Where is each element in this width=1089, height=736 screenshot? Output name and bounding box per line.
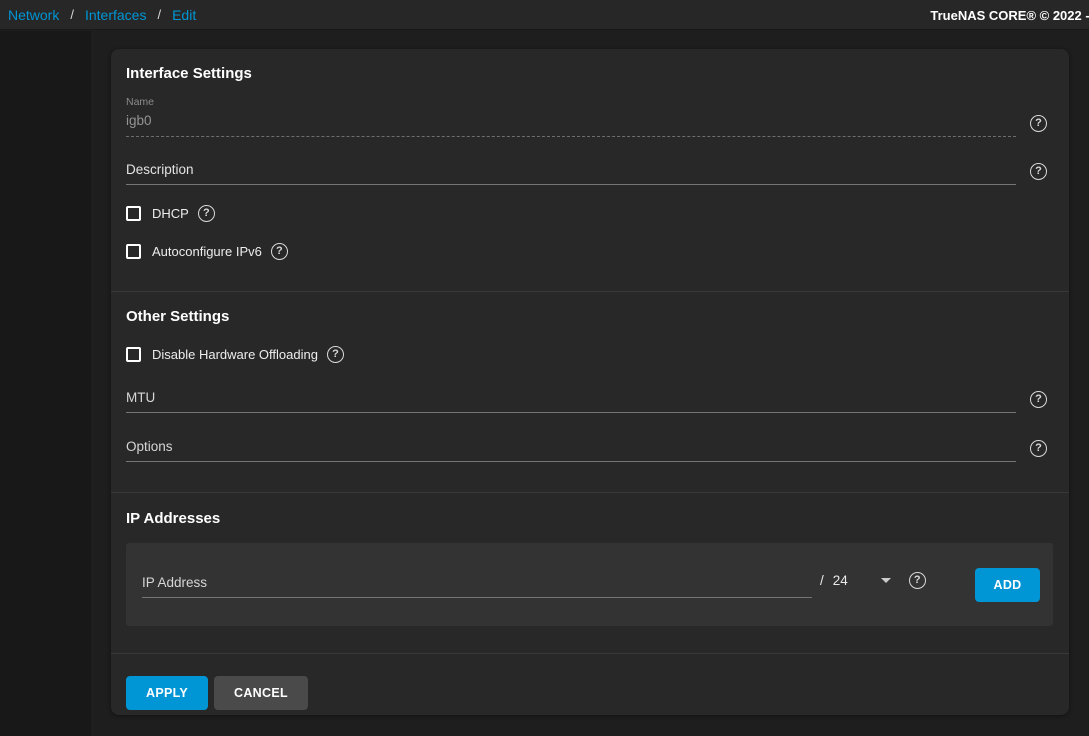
description-help-icon[interactable] (1030, 163, 1047, 180)
options-input[interactable] (126, 435, 1016, 462)
branding-copyright: TrueNAS CORE® © 2022 - iX (930, 0, 1089, 30)
description-field-row (126, 158, 1047, 185)
chevron-down-icon (880, 578, 891, 583)
breadcrumb-separator: / (70, 7, 74, 22)
breadcrumb-interfaces[interactable]: Interfaces (85, 7, 146, 23)
name-field-row: Name (126, 96, 1047, 137)
breadcrumb-network[interactable]: Network (8, 7, 59, 23)
disable-hardware-offloading-checkbox[interactable] (126, 347, 141, 362)
name-help-icon[interactable] (1030, 115, 1047, 132)
ip-address-panel: / 24 ADD (126, 543, 1053, 626)
cancel-button[interactable]: CANCEL (214, 676, 308, 710)
breadcrumb: Network / Interfaces / Edit (8, 7, 196, 23)
apply-button[interactable]: APPLY (126, 676, 209, 710)
section-divider (111, 291, 1069, 292)
section-divider (111, 492, 1069, 493)
prefix-separator: / (820, 573, 824, 588)
interface-edit-card: Interface Settings Name DHCP Autoconfigu… (111, 49, 1069, 715)
sidebar-rail (0, 31, 91, 736)
prefix-value: 24 (832, 573, 848, 588)
dhcp-checkbox[interactable] (126, 206, 141, 221)
ip-address-input[interactable] (142, 571, 812, 598)
top-bar: Network / Interfaces / Edit TrueNAS CORE… (0, 0, 1089, 30)
branding-text: TrueNAS CORE® © 2022 - (930, 7, 1089, 23)
dhcp-row: DHCP (126, 205, 1047, 222)
mtu-input[interactable] (126, 386, 1016, 413)
form-actions: APPLY CANCEL (126, 676, 1047, 710)
section-title-other-settings: Other Settings (126, 308, 230, 325)
autoconfigure-ipv6-checkbox[interactable] (126, 244, 141, 259)
ip-address-help-icon[interactable] (908, 572, 926, 589)
mtu-field-row (126, 386, 1047, 413)
breadcrumb-edit[interactable]: Edit (172, 7, 196, 23)
autoconfigure-ipv6-row: Autoconfigure IPv6 (126, 243, 1047, 260)
prefix-select[interactable]: / 24 (820, 573, 891, 596)
add-button[interactable]: ADD (975, 567, 1040, 602)
autoconfigure-ipv6-label: Autoconfigure IPv6 (152, 244, 262, 259)
name-input (126, 109, 1016, 137)
autoconfigure-ipv6-help-icon[interactable] (270, 243, 288, 260)
disable-hardware-offloading-row: Disable Hardware Offloading (126, 346, 1047, 363)
disable-hardware-offloading-help-icon[interactable] (326, 346, 344, 363)
options-help-icon[interactable] (1030, 440, 1047, 457)
options-field-row (126, 435, 1047, 462)
breadcrumb-separator: / (157, 7, 162, 22)
dhcp-label: DHCP (152, 206, 189, 221)
description-input[interactable] (126, 158, 1016, 185)
mtu-help-icon[interactable] (1030, 391, 1047, 408)
dhcp-help-icon[interactable] (197, 205, 215, 222)
section-divider (111, 653, 1069, 654)
name-field-label: Name (126, 96, 155, 108)
section-title-ip-addresses: IP Addresses (126, 510, 221, 527)
section-title-interface-settings: Interface Settings (126, 65, 252, 82)
disable-hardware-offloading-label: Disable Hardware Offloading (152, 347, 318, 362)
